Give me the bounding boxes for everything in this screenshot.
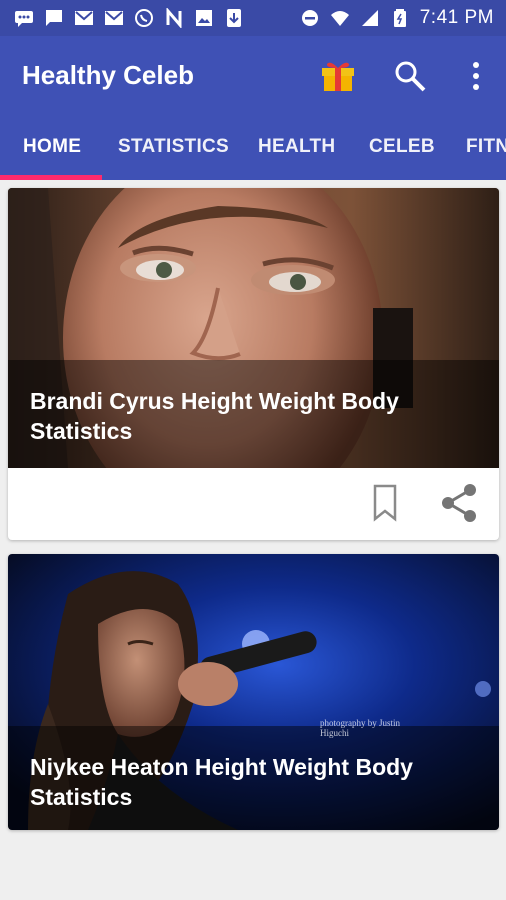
gift-icon[interactable] [318,56,358,96]
photo-watermark: photography by Justin Higuchi [320,718,400,738]
app-title: Healthy Celeb [22,60,194,90]
tab-celeb[interactable]: CELEB [369,136,435,158]
article-card[interactable]: Brandi Cyrus Height Weight Body Statisti… [8,188,499,540]
gmail-icon [74,8,94,28]
gallery-icon [194,8,214,28]
app-bar: Healthy Celeb [0,36,506,116]
category-tabs: HOME STATISTICS HEALTH CELEB FITN [0,116,506,180]
article-card[interactable]: photography by Justin Higuchi Niykee Hea… [8,554,499,830]
n-app-icon [164,8,184,28]
notification-icons [14,8,244,28]
bookmark-icon[interactable] [364,482,406,524]
card-actions [8,468,499,540]
chat-icon [44,8,64,28]
search-icon[interactable] [390,56,430,96]
tab-fitness[interactable]: FITN [466,136,506,158]
tab-health[interactable]: HEALTH [258,136,335,158]
whatsapp-icon [134,8,154,28]
tab-indicator [0,175,102,180]
share-icon[interactable] [438,482,480,524]
article-image[interactable]: photography by Justin Higuchi Niykee Hea… [8,554,499,830]
more-vert-icon[interactable] [456,56,496,96]
messages-icon [14,8,34,28]
battery-icon [390,8,410,28]
clock: 7:41 PM [419,7,494,28]
status-bar: 7:41 PM [0,0,506,36]
article-image[interactable]: Brandi Cyrus Height Weight Body Statisti… [8,188,499,468]
download-icon [224,8,244,28]
article-title[interactable]: Niykee Heaton Height Weight Body Statist… [30,752,469,812]
gmail-icon [104,8,124,28]
dnd-icon [300,8,320,28]
article-title[interactable]: Brandi Cyrus Height Weight Body Statisti… [30,386,469,446]
tab-statistics[interactable]: STATISTICS [118,136,229,158]
wifi-icon [330,8,350,28]
signal-icon [360,8,380,28]
system-icons: 7:41 PM [300,7,494,29]
tab-home[interactable]: HOME [23,136,81,158]
